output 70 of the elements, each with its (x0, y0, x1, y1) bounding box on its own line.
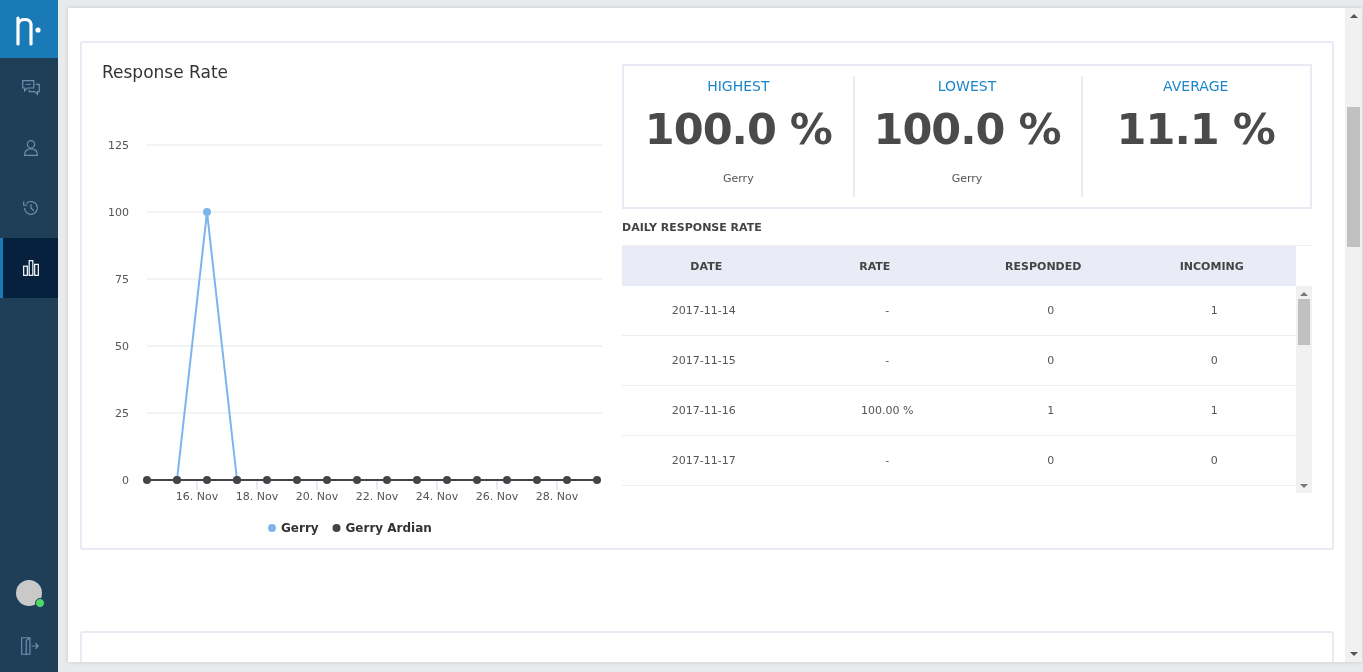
data-point (353, 476, 361, 484)
legend-label[interactable]: Gerry (281, 521, 319, 535)
axis-label: 28. Nov (535, 490, 579, 503)
axis-label: 25 (115, 407, 129, 420)
data-point (143, 476, 151, 484)
data-point (413, 476, 421, 484)
data-point (563, 476, 571, 484)
table-cell-text: 0 (1209, 354, 1219, 367)
stat-label: AVERAGE (1163, 78, 1229, 94)
table-cell-text: - (884, 454, 891, 467)
axis-label: 26. Nov (475, 490, 519, 503)
data-point (323, 476, 331, 484)
table-cell-text: - (884, 304, 891, 317)
axis-label: 75 (115, 273, 129, 286)
data-point (263, 476, 271, 484)
legend-label[interactable]: Gerry Ardian (345, 521, 432, 535)
table-cell-text: 0 (1046, 454, 1056, 467)
table-cell-text: 0 (1046, 354, 1056, 367)
axis-label: 100 (108, 206, 129, 219)
stat-label: LOWEST (937, 78, 997, 94)
agent-name: Gerry (723, 172, 754, 185)
column-header: DATE (689, 259, 724, 273)
data-point (383, 476, 391, 484)
axis-label: 0 (122, 474, 129, 487)
data-point (533, 476, 541, 484)
down-arrow-icon[interactable] (1349, 651, 1358, 657)
table-cell-text: 1 (1046, 404, 1056, 417)
axis-label: 18. Nov (235, 490, 279, 503)
scrollbar-thumb[interactable] (1347, 107, 1360, 247)
data-point (203, 476, 211, 484)
up-arrow-icon[interactable] (1300, 291, 1308, 297)
table-cell-text: 2017-11-16 (670, 404, 737, 417)
table-cell-text: 2017-11-14 (670, 304, 737, 317)
column-header: INCOMING (1178, 259, 1245, 273)
table-cell-text: 0 (1209, 454, 1219, 467)
scrollbar[interactable] (1345, 8, 1362, 662)
down-arrow-icon[interactable] (1300, 483, 1308, 489)
scrollbar[interactable] (1296, 286, 1312, 493)
data-point (443, 476, 451, 484)
up-arrow-icon[interactable] (1349, 13, 1358, 19)
data-point (593, 476, 601, 484)
axis-label: 20. Nov (295, 490, 339, 503)
data-point (203, 208, 211, 216)
axis-label: 50 (115, 340, 129, 353)
axis-label: 125 (108, 139, 129, 152)
data-point (503, 476, 511, 484)
data-point (293, 476, 301, 484)
agent-name: Gerry (951, 172, 983, 185)
table-cell-text: 2017-11-15 (670, 354, 737, 367)
stat-value: 100.0 % (644, 104, 832, 154)
table-cell-text: - (884, 354, 891, 367)
stat-label: HIGHEST (707, 78, 770, 94)
table-cell-text: 1 (1209, 304, 1219, 317)
sidebar-item[interactable] (0, 238, 58, 298)
stat-value: 11.1 % (1116, 104, 1275, 154)
table-cell-text: 2017-11-17 (670, 454, 737, 467)
scrollbar-thumb[interactable] (1298, 299, 1310, 345)
table-cell-text: 1 (1209, 404, 1219, 417)
stat-value: 100.0 % (873, 104, 1061, 154)
card-title: Response Rate (102, 61, 229, 83)
column-header: RESPONDED (1004, 259, 1083, 273)
axis-label: 24. Nov (415, 490, 459, 503)
axis-label: 16. Nov (175, 490, 219, 503)
table-cell-text: 0 (1046, 304, 1056, 317)
logout-icon[interactable] (18, 635, 40, 657)
column-header: RATE (858, 259, 892, 273)
avatar[interactable] (16, 580, 42, 606)
data-point (473, 476, 481, 484)
axis-label: 22. Nov (355, 490, 399, 503)
table-cell-text: 100.00 % (860, 404, 915, 417)
